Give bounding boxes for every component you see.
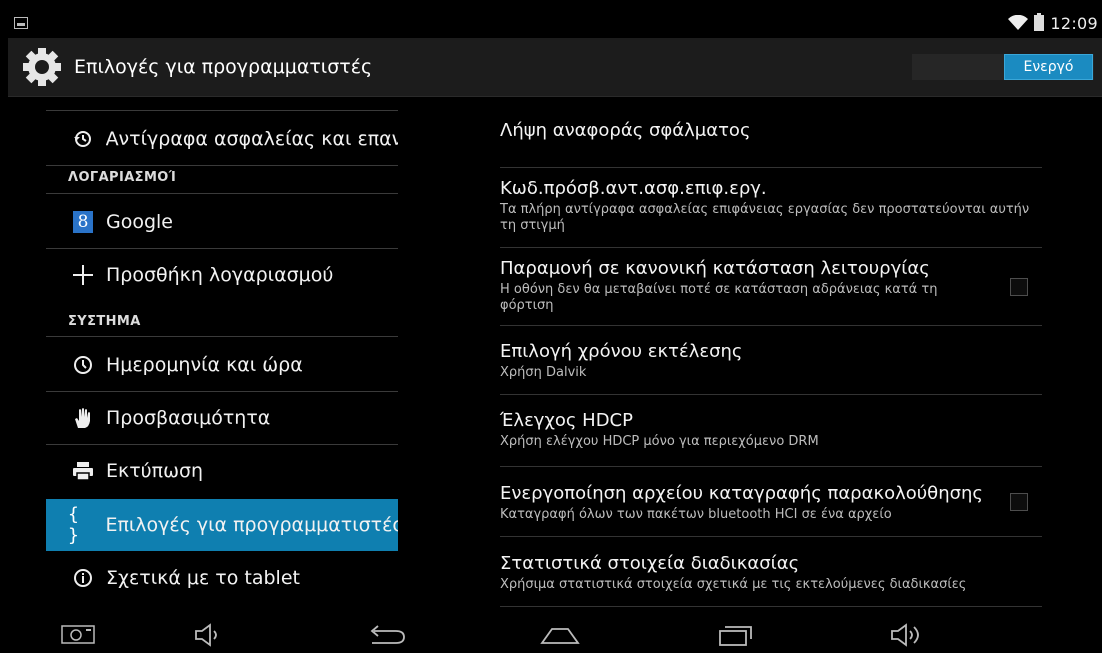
screen: 12:09 Επιλογές για προγραμματιστές Ενεργ… — [8, 8, 1102, 653]
divider — [500, 247, 1042, 248]
info-icon — [68, 563, 98, 593]
divider — [500, 325, 1042, 326]
sidebar-item-add-account[interactable]: Προσθήκη λογαριασμού — [46, 249, 398, 301]
section-header-accounts: ΛΟΓΑΡΙΑΣΜΟΊ — [68, 170, 177, 185]
divider — [46, 165, 398, 166]
setting-take-bug-report[interactable]: Λήψη αναφοράς σφάλματος — [500, 120, 1042, 141]
divider — [500, 167, 1042, 168]
setting-title: Στατιστικά στοιχεία διαδικασίας — [500, 553, 800, 574]
setting-bluetooth-hci-snoop-log[interactable]: Ενεργοποίηση αρχείου καταγραφής παρακολο… — [500, 483, 1042, 523]
printer-icon — [68, 456, 98, 486]
bluetooth-hci-log-checkbox[interactable] — [1010, 493, 1028, 511]
screenshot-camera-icon[interactable] — [60, 623, 96, 645]
sidebar-item-label: Επιλογές για προγραμματιστές — [105, 514, 398, 536]
sidebar-item-printing[interactable]: Εκτύπωση — [46, 445, 398, 497]
setting-hdcp-checking[interactable]: Έλεγχος HDCP Χρήση ελέγχου HDCP μόνο για… — [500, 410, 1042, 450]
setting-summary: Χρήσιμα στατιστικά στοιχεία σχετικά με τ… — [500, 577, 967, 592]
plus-icon — [68, 260, 98, 290]
setting-desktop-backup-password[interactable]: Κωδ.πρόσβ.αντ.ασφ.επιφ.εργ. Τα πλήρη αντ… — [500, 178, 1042, 234]
divider — [500, 536, 1042, 537]
divider — [500, 394, 1042, 395]
sidebar-item-backup[interactable]: Αντίγραφα ασφαλείας και επαν — [46, 113, 398, 165]
home-icon[interactable] — [538, 623, 582, 647]
sidebar-item-label: Google — [106, 211, 174, 233]
sidebar-item-label: Αντίγραφα ασφαλείας και επαν — [105, 128, 398, 150]
status-icons: 12:09 — [1008, 13, 1098, 33]
sidebar-item-date-time[interactable]: Ημερομηνία και ώρα — [46, 339, 398, 391]
settings-gear-icon[interactable] — [20, 47, 64, 87]
sidebar-item-developer-options[interactable]: { } Επιλογές για προγραμματιστές — [46, 499, 398, 551]
back-icon[interactable] — [366, 623, 406, 647]
sidebar-item-label: Ημερομηνία και ώρα — [106, 354, 303, 376]
setting-title: Κωδ.πρόσβ.αντ.ασφ.επιφ.εργ. — [500, 178, 767, 199]
sidebar-item-label: Προσθήκη λογαριασμού — [106, 264, 334, 286]
sidebar-item-label: Εκτύπωση — [106, 460, 204, 482]
status-bar: 12:09 — [8, 8, 1102, 38]
setting-summary: Χρήση ελέγχου HDCP μόνο για περιεχόμενο … — [500, 434, 819, 449]
divider — [500, 606, 1042, 607]
divider — [46, 110, 398, 111]
section-header-system: ΣΥΣΤΗΜΑ — [68, 314, 141, 329]
clock-icon — [68, 350, 98, 380]
setting-process-stats[interactable]: Στατιστικά στοιχεία διαδικασίας Χρήσιμα … — [500, 553, 1042, 593]
sidebar-item-label: Σχετικά με το tablet — [106, 567, 300, 589]
page-title: Επιλογές για προγραμματιστές — [74, 56, 373, 78]
developer-settings-list: Λήψη αναφοράς σφάλματος Κωδ.πρόσβ.αντ.ασ… — [500, 96, 1042, 616]
restore-icon — [68, 124, 98, 154]
volume-down-icon[interactable] — [194, 623, 226, 647]
braces-icon: { } — [68, 504, 79, 546]
setting-select-runtime[interactable]: Επιλογή χρόνου εκτέλεσης Χρήση Dalvik — [500, 341, 1042, 381]
sidebar-item-about-tablet[interactable]: Σχετικά με το tablet — [46, 552, 398, 604]
sidebar-item-google[interactable]: 8 Google — [46, 196, 398, 248]
sidebar-item-accessibility[interactable]: Προσβασιμότητα — [46, 392, 398, 444]
divider — [46, 336, 398, 337]
developer-options-toggle[interactable]: Ενεργό — [1004, 54, 1093, 80]
setting-title: Λήψη αναφοράς σφάλματος — [500, 120, 751, 141]
navigation-bar — [8, 615, 1102, 653]
setting-title: Έλεγχος HDCP — [500, 410, 633, 431]
setting-title: Επιλογή χρόνου εκτέλεσης — [500, 341, 743, 362]
setting-stay-awake[interactable]: Παραμονή σε κανονική κατάσταση λειτουργί… — [500, 258, 1042, 314]
hand-icon — [68, 403, 98, 433]
divider — [46, 193, 398, 194]
google-icon: 8 — [68, 207, 98, 237]
setting-summary: Χρήση Dalvik — [500, 365, 587, 380]
setting-summary: Τα πλήρη αντίγραφα ασφαλείας επιφάνειας … — [500, 202, 1030, 233]
wifi-icon — [1008, 15, 1029, 30]
divider — [500, 466, 1042, 467]
setting-title: Ενεργοποίηση αρχείου καταγραφής παρακολο… — [500, 483, 983, 504]
setting-summary: Η οθόνη δεν θα μεταβαίνει ποτέ σε κατάστ… — [500, 282, 938, 313]
stay-awake-checkbox[interactable] — [1010, 278, 1028, 296]
setting-title: Παραμονή σε κανονική κατάσταση λειτουργί… — [500, 258, 930, 279]
screenshot-notification-icon — [14, 17, 28, 29]
sidebar-item-label: Προσβασιμότητα — [106, 407, 271, 429]
clock: 12:09 — [1050, 13, 1098, 33]
volume-up-icon[interactable] — [890, 623, 928, 647]
battery-icon — [1034, 13, 1045, 31]
action-bar: Επιλογές για προγραμματιστές Ενεργό — [8, 38, 1102, 97]
setting-summary: Καταγραφή όλων των πακέτων bluetooth HCI… — [500, 507, 892, 522]
settings-sidebar: Αντίγραφα ασφαλείας και επαν ΛΟΓΑΡΙΑΣΜΟΊ… — [46, 96, 398, 594]
recent-apps-icon[interactable] — [716, 623, 756, 647]
